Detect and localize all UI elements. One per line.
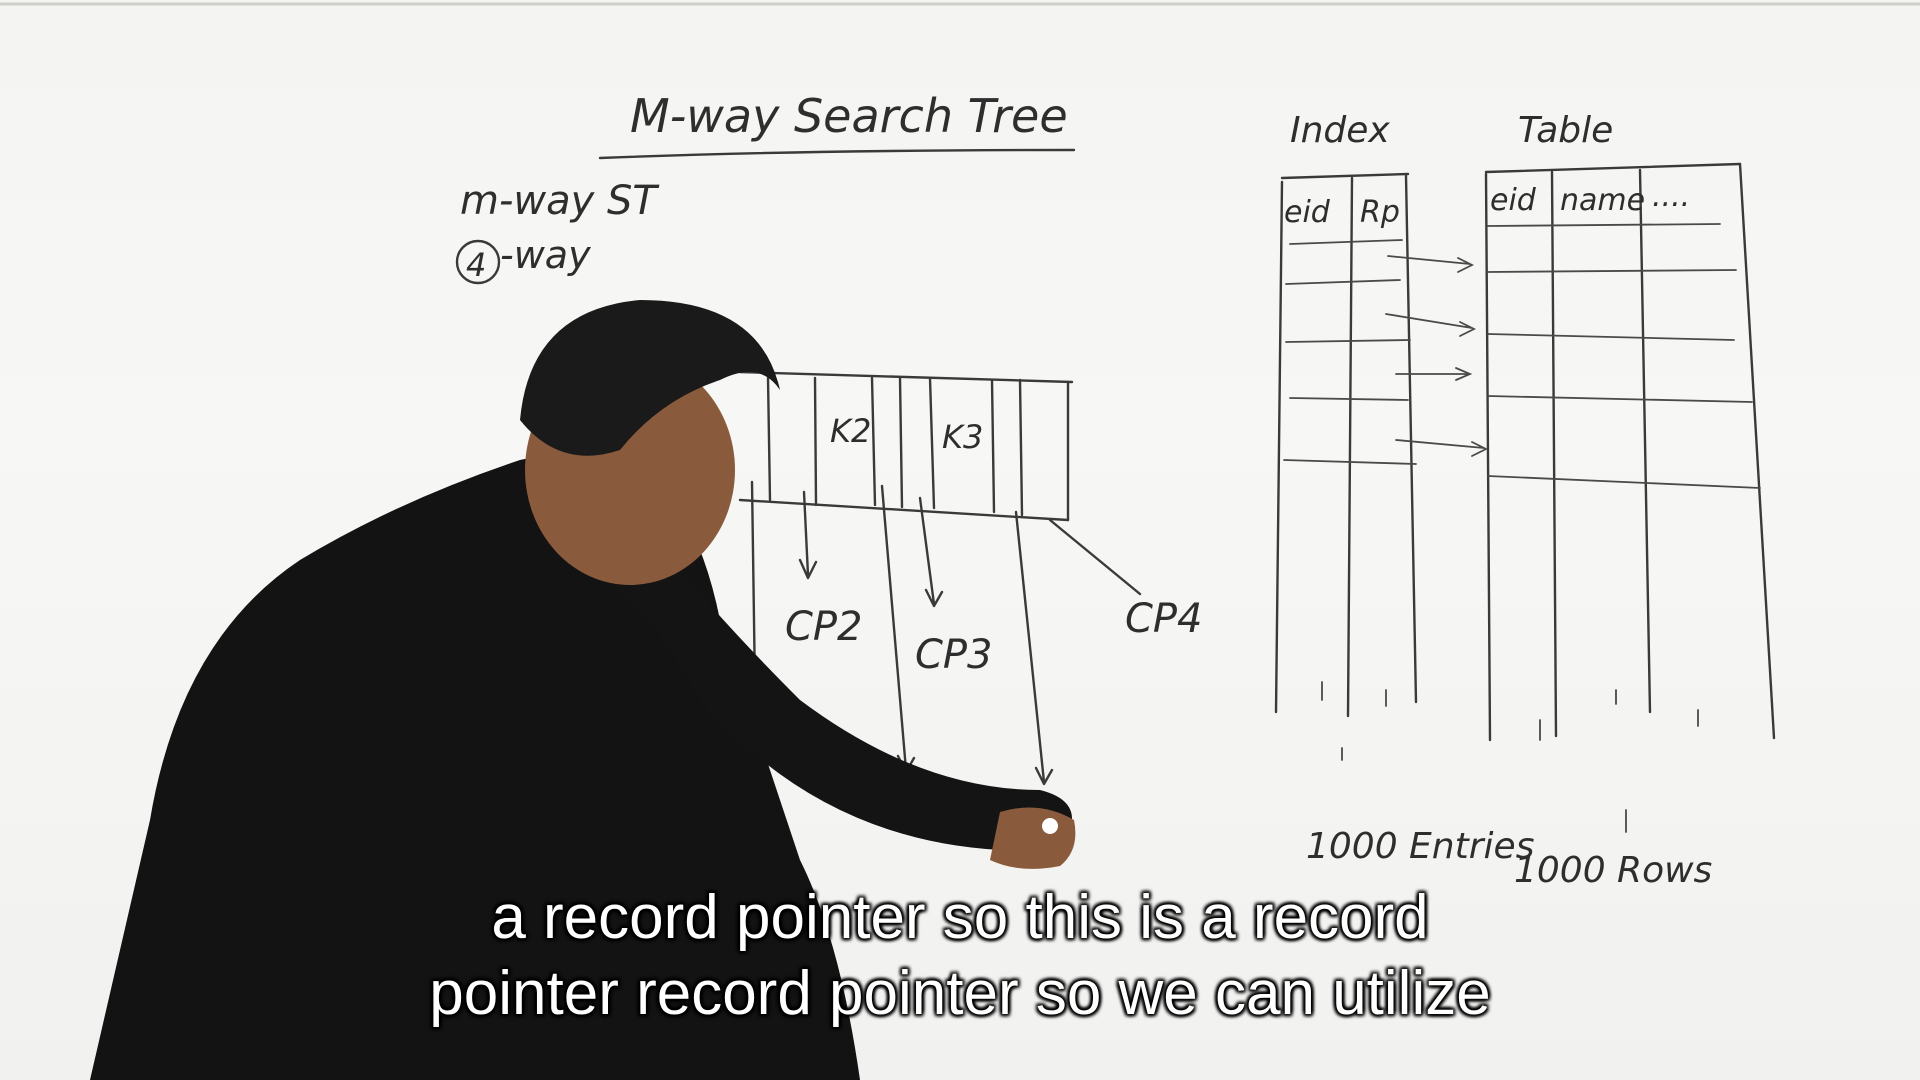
arrow-index-table-4 [1395, 439, 1489, 457]
subtitle-line-1: a record pointer so this is a record [491, 883, 1429, 952]
arrow-cp3 [918, 496, 944, 608]
arrow-rp3 [1014, 510, 1054, 786]
subtitle-line-2: pointer record pointer so we can utilize [429, 959, 1491, 1028]
label-cp2: CP2 [785, 604, 863, 650]
arrow-index-table-3 [1395, 367, 1473, 381]
label-cp4: CP4 [1125, 596, 1203, 642]
title-underline [598, 148, 1076, 160]
arrow-index-table-1 [1387, 255, 1475, 273]
index-heading: Index [1290, 110, 1390, 151]
video-frame[interactable]: M-way Search Tree m-way ST 4 -way K2 K3 … [0, 0, 1920, 1080]
circled-number: 4 [466, 246, 486, 284]
key-k2: K2 [830, 412, 871, 450]
index-footnote: 1000 Entries [1306, 826, 1534, 867]
marker-icon [1042, 818, 1058, 834]
arrow-rp2 [880, 484, 916, 774]
subtitle-caption: a record pointer so this is a record poi… [0, 880, 1920, 1032]
index-grid [1274, 172, 1418, 761]
label-cp3: CP3 [915, 632, 993, 678]
index-col-eid: eid [1284, 195, 1331, 230]
note-mway-st: m-way ST [460, 178, 660, 224]
table-grid [1484, 162, 1776, 833]
table-heading: Table [1518, 110, 1613, 151]
index-col-rp: Rp [1360, 195, 1400, 230]
arrow-cp4 [1048, 518, 1142, 596]
arrow-index-table-2 [1385, 313, 1477, 337]
tree-node [738, 370, 1074, 522]
note-way: -way [500, 233, 591, 277]
table-col-eid: eid [1490, 183, 1537, 218]
board-title: M-way Search Tree [630, 89, 1068, 143]
table-col-more: .... [1652, 179, 1690, 214]
key-k3: K3 [942, 418, 983, 456]
table-col-name: name [1560, 183, 1645, 218]
